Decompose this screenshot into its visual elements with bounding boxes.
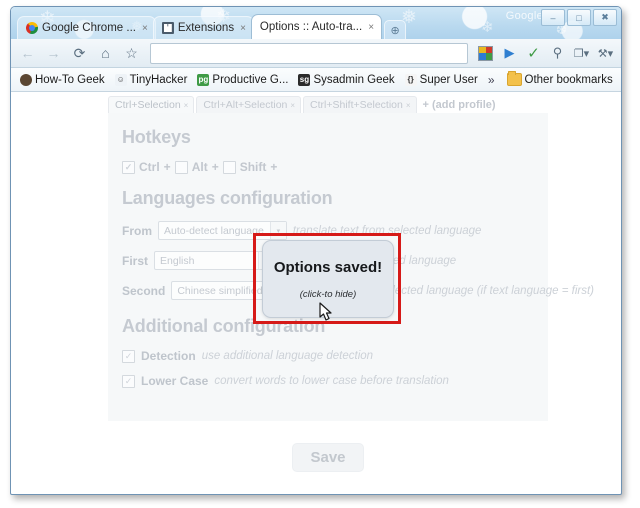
- lower-case-hint: convert words to lower case before trans…: [214, 375, 449, 387]
- bookmark-tinyhacker[interactable]: ☺ TinyHacker: [111, 72, 192, 88]
- first-language-value: English: [160, 254, 195, 267]
- second-label: Second: [122, 283, 166, 298]
- browser-tab-label: Google Chrome ...: [42, 22, 136, 34]
- browser-window: ❄ ❅ ❄ ❆ ❅ ❄ ❆ Google – □ ✖ Google Chrome…: [10, 6, 622, 495]
- profile-tab-ctrl-alt-selection[interactable]: Ctrl+Alt+Selection ×: [196, 96, 302, 113]
- ctrl-checkbox[interactable]: ✓: [122, 160, 135, 174]
- profile-tab-label: Ctrl+Alt+Selection: [203, 99, 288, 111]
- other-bookmarks-label: Other bookmarks: [524, 73, 613, 86]
- back-button[interactable]: ←: [16, 43, 39, 64]
- options-saved-title: Options saved!: [273, 258, 383, 276]
- bookmark-star-icon[interactable]: ☆: [120, 43, 143, 64]
- close-button[interactable]: ✖: [593, 9, 617, 26]
- extensions-icon: [161, 22, 174, 34]
- bookmark-how-to-geek[interactable]: How-To Geek: [16, 72, 109, 88]
- search-magnifier-icon[interactable]: ⚲: [547, 43, 568, 64]
- option-row-lower-case: ✓ Lower Case convert words to lower case…: [122, 374, 534, 388]
- play-icon[interactable]: ▶: [499, 43, 520, 64]
- first-label: First: [122, 253, 149, 268]
- browser-tab-label: Extensions: [177, 22, 235, 34]
- super-user-icon: {}: [404, 73, 417, 86]
- save-button[interactable]: Save: [292, 443, 364, 472]
- from-label: From: [122, 223, 152, 238]
- detection-hint: use additional language detection: [201, 350, 374, 362]
- browser-tabs: Google Chrome ... × Extensions × Options…: [17, 14, 407, 39]
- add-profile-button[interactable]: + (add profile): [419, 97, 500, 113]
- save-button-wrapper: Save: [108, 443, 548, 472]
- bookmarks-overflow-icon[interactable]: »: [488, 73, 495, 87]
- tab-close-icon[interactable]: ×: [240, 23, 246, 34]
- alt-label: Alt: [191, 160, 208, 174]
- chrome-icon: [26, 22, 38, 34]
- profile-tab-close-icon[interactable]: ×: [184, 101, 189, 110]
- bookmark-label: TinyHacker: [129, 73, 188, 86]
- shift-label: Shift: [239, 160, 267, 174]
- tab-close-icon[interactable]: ×: [142, 23, 148, 34]
- profile-tab-label: Ctrl+Selection: [115, 99, 181, 111]
- maximize-button[interactable]: □: [567, 9, 591, 26]
- new-tab-button[interactable]: ⊕: [384, 20, 407, 39]
- productive-geek-icon: pg: [197, 73, 210, 86]
- bookmarks-bar: How-To Geek ☺ TinyHacker pg Productive G…: [11, 68, 621, 92]
- color-swatch-icon[interactable]: [475, 43, 496, 64]
- forward-button[interactable]: →: [42, 43, 65, 64]
- snowflake-decor-icon: ❄: [481, 19, 494, 36]
- lower-case-label: Lower Case: [141, 374, 209, 388]
- how-to-geek-icon: [20, 73, 32, 86]
- address-bar[interactable]: [150, 42, 468, 64]
- google-watermark: Google: [505, 10, 543, 22]
- checkmark-icon[interactable]: ✓: [523, 43, 544, 64]
- hotkeys-heading: Hotkeys: [122, 127, 191, 147]
- profile-tab-ctrl-shift-selection[interactable]: Ctrl+Shift+Selection ×: [303, 96, 417, 113]
- profile-tab-ctrl-selection[interactable]: Ctrl+Selection ×: [108, 96, 195, 113]
- browser-tab-options-auto-translate[interactable]: Options :: Auto-tra... ×: [250, 14, 383, 39]
- option-row-detection: ✓ Detection use additional language dete…: [122, 349, 534, 363]
- tab-strip: ❄ ❅ ❄ ❆ ❅ ❄ ❆ Google – □ ✖ Google Chrome…: [11, 7, 621, 39]
- plus-sign: +: [270, 160, 278, 174]
- profile-tab-close-icon[interactable]: ×: [406, 101, 411, 110]
- bookmark-productive-geek[interactable]: pg Productive G...: [193, 72, 292, 88]
- plus-sign: +: [163, 160, 171, 174]
- minimize-button[interactable]: –: [541, 9, 565, 26]
- bookmark-sysadmin-geek[interactable]: sg Sysadmin Geek: [294, 72, 398, 88]
- bookmark-label: Productive G...: [212, 73, 289, 86]
- bookmark-label: Super User: [419, 73, 478, 86]
- tinyhacker-icon: ☺: [114, 73, 127, 86]
- window-controls: – □ ✖: [541, 9, 617, 26]
- languages-heading: Languages configuration: [122, 188, 333, 208]
- tab-close-icon[interactable]: ×: [368, 22, 374, 33]
- browser-tab-extensions[interactable]: Extensions ×: [152, 16, 254, 39]
- page-viewport: Ctrl+Selection × Ctrl+Alt+Selection × Ct…: [11, 92, 621, 473]
- folder-icon: [506, 71, 522, 86]
- bookmark-label: How-To Geek: [35, 73, 105, 86]
- color-swatch-glyph: [478, 45, 493, 61]
- browser-tab-google-chrome[interactable]: Google Chrome ... ×: [17, 16, 156, 39]
- other-bookmarks-folder[interactable]: Other bookmarks: [503, 71, 617, 88]
- bookmark-label: Sysadmin Geek: [313, 73, 395, 86]
- home-button[interactable]: ⌂: [94, 43, 117, 64]
- shift-checkbox[interactable]: [222, 160, 236, 174]
- browser-tab-label: Options :: Auto-tra...: [259, 21, 363, 33]
- reload-button[interactable]: ⟳: [68, 43, 91, 64]
- screenshot-root: ❄ ❅ ❄ ❆ ❅ ❄ ❆ Google – □ ✖ Google Chrome…: [0, 0, 640, 508]
- navigation-toolbar: ← → ⟳ ⌂ ☆ ▶ ✓ ⚲ ❐▾ ⚒▾: [11, 39, 621, 68]
- plus-sign: +: [211, 160, 219, 174]
- options-saved-subtitle: (click-to hide): [299, 288, 357, 300]
- lower-case-checkbox[interactable]: ✓: [122, 374, 135, 388]
- profile-tab-label: Ctrl+Shift+Selection: [310, 99, 403, 111]
- profile-tab-close-icon[interactable]: ×: [290, 101, 295, 110]
- ctrl-label: Ctrl: [139, 160, 160, 174]
- hotkeys-modifier-row: ✓ Ctrl + Alt + Shift +: [122, 160, 534, 174]
- page-menu-icon[interactable]: ❐▾: [571, 43, 592, 64]
- detection-checkbox[interactable]: ✓: [122, 349, 135, 363]
- detection-label: Detection: [141, 349, 196, 363]
- alt-checkbox[interactable]: [174, 160, 188, 174]
- bookmark-super-user[interactable]: {} Super User: [401, 72, 482, 88]
- options-saved-dialog[interactable]: Options saved! (click-to hide): [262, 240, 394, 318]
- wrench-menu-icon[interactable]: ⚒▾: [595, 43, 616, 64]
- sysadmin-geek-icon: sg: [298, 73, 311, 86]
- profile-tabs: Ctrl+Selection × Ctrl+Alt+Selection × Ct…: [108, 92, 548, 113]
